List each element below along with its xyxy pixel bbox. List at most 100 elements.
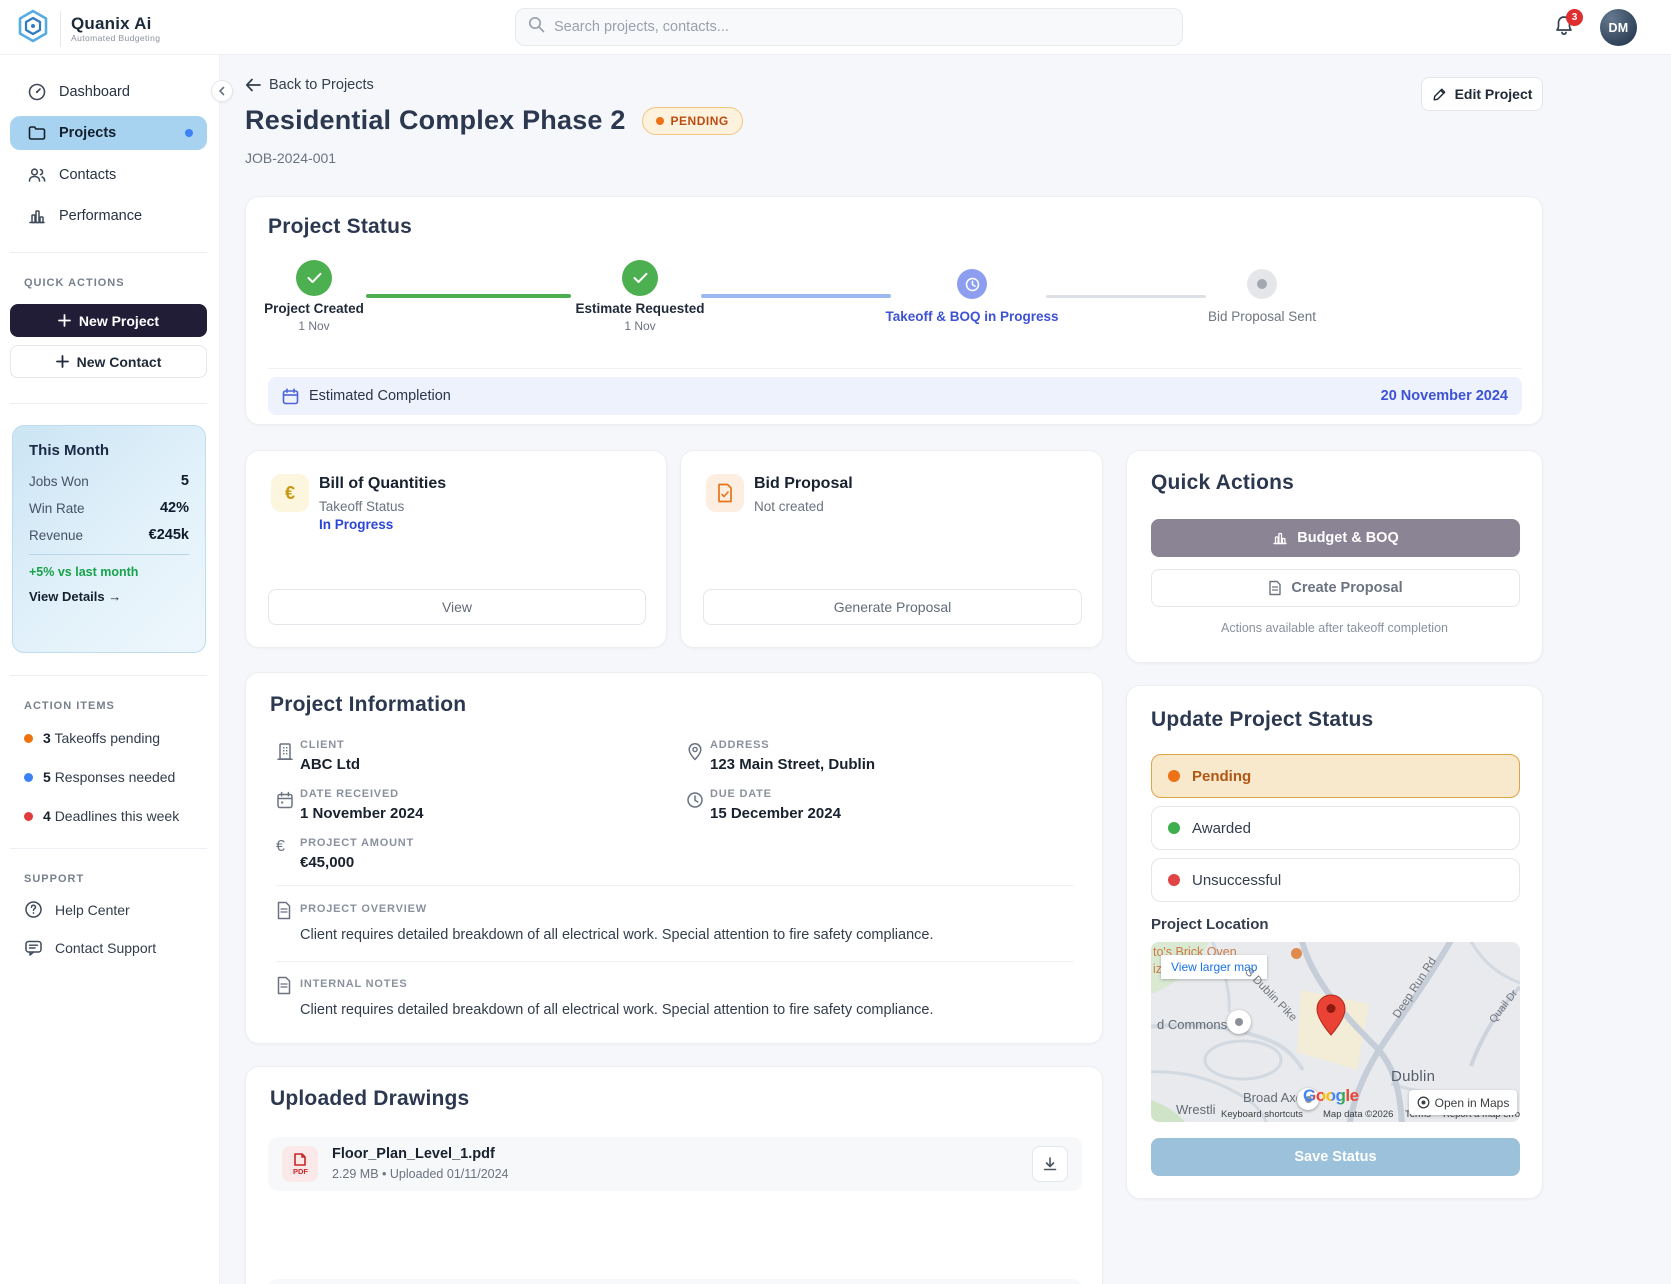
calendar-icon (276, 791, 294, 815)
action-item-deadlines[interactable]: 4 Deadlines this week (24, 808, 179, 824)
step-done-icon (296, 260, 332, 296)
step-label: Takeoff & BOQ in Progress (885, 309, 1058, 324)
divider (10, 848, 207, 849)
stat-row: Win Rate 42% (29, 500, 189, 516)
euro-icon: € (271, 474, 309, 512)
main-content: Back to Projects Edit Project Residentia… (220, 55, 1671, 1284)
status-dot (656, 117, 664, 125)
estimated-completion-date: 20 November 2024 (1381, 388, 1508, 404)
search-icon (528, 16, 545, 38)
boq-status: In Progress (319, 517, 393, 532)
contact-support-link[interactable]: Contact Support (24, 938, 156, 957)
bar-chart-icon (27, 206, 47, 226)
field-value: €45,000 (300, 854, 354, 871)
field-label: DUE DATE (710, 788, 772, 800)
map-pin-marker (1316, 994, 1346, 1036)
status-dot (24, 734, 33, 743)
sidebar-item-dashboard[interactable]: Dashboard (10, 75, 207, 109)
building-icon (276, 742, 294, 767)
field-label: CLIENT (300, 739, 345, 751)
project-location-label: Project Location (1151, 916, 1269, 933)
back-to-projects-link[interactable]: Back to Projects (245, 77, 374, 93)
sidebar-item-projects[interactable]: Projects (10, 116, 207, 150)
view-details-link[interactable]: View Details → (29, 589, 189, 604)
status-option-pending[interactable]: Pending (1151, 754, 1520, 798)
top-bar: Quanix Ai Automated Budgeting 3 DM (0, 0, 1671, 55)
plus-icon (58, 314, 71, 327)
contacts-icon (27, 165, 47, 185)
check-icon (307, 272, 322, 284)
estimated-completion-bar: Estimated Completion 20 November 2024 (268, 377, 1522, 415)
open-in-maps-button[interactable]: Open in Maps (1409, 1090, 1517, 1115)
status-dot (1168, 822, 1180, 834)
support-heading: SUPPORT (24, 873, 84, 885)
notes-label: INTERNAL NOTES (300, 978, 408, 990)
field-label: PROJECT AMOUNT (300, 837, 414, 849)
step-connector-pending (1046, 295, 1206, 298)
quick-actions-card: Quick Actions Budget & BOQ Create Propos… (1126, 450, 1543, 663)
svg-text:PDF: PDF (293, 1167, 308, 1176)
status-option-awarded[interactable]: Awarded (1151, 806, 1520, 850)
folder-icon (27, 123, 47, 143)
step-done-icon (622, 260, 658, 296)
step-date: 1 Nov (298, 319, 329, 333)
generate-proposal-button[interactable]: Generate Proposal (703, 589, 1082, 625)
file-row: PDF Floor_Plan_Level_1.pdf 2.29 MB • Upl… (268, 1137, 1082, 1191)
field-value: 15 December 2024 (710, 805, 841, 822)
edit-project-button[interactable]: Edit Project (1421, 77, 1543, 111)
divider (10, 403, 207, 404)
action-items-heading: ACTION ITEMS (24, 700, 115, 712)
step-connector-current (701, 294, 891, 298)
field-value: 1 November 2024 (300, 805, 423, 822)
save-status-button[interactable]: Save Status (1151, 1138, 1520, 1176)
budget-boq-button[interactable]: Budget & BOQ (1151, 519, 1520, 557)
view-boq-button[interactable]: View (268, 589, 646, 625)
new-project-button[interactable]: New Project (10, 304, 207, 337)
status-dot (24, 812, 33, 821)
download-icon (1042, 1156, 1058, 1172)
search-input[interactable] (554, 19, 1170, 35)
step-connector-done (366, 294, 571, 298)
download-button[interactable] (1032, 1146, 1068, 1182)
action-item-takeoffs[interactable]: 3 Takeoffs pending (24, 730, 160, 746)
user-avatar[interactable]: DM (1600, 9, 1637, 46)
status-option-unsuccessful[interactable]: Unsuccessful (1151, 858, 1520, 902)
field-value: 123 Main Street, Dublin (710, 756, 875, 773)
chevron-left-icon (217, 86, 227, 96)
action-item-responses[interactable]: 5 Responses needed (24, 769, 175, 785)
sidebar-item-label: Dashboard (59, 84, 130, 100)
sidebar-item-label: Contacts (59, 167, 116, 183)
sidebar-item-performance[interactable]: Performance (10, 199, 207, 233)
app-logo[interactable]: Quanix Ai Automated Budgeting (16, 9, 160, 48)
file-row-partial (268, 1279, 1082, 1284)
sidebar-item-contacts[interactable]: Contacts (10, 158, 207, 192)
google-map-embed[interactable]: to's Brick Oven iz View larger map S Dub… (1151, 942, 1520, 1122)
pdf-icon: PDF (282, 1146, 318, 1182)
trend-text: +5% vs last month (29, 565, 189, 579)
file-meta: 2.29 MB • Uploaded 01/11/2024 (332, 1167, 509, 1181)
project-info-card: Project Information CLIENT ABC Ltd ADDRE… (245, 672, 1103, 1044)
project-status-card: Project Status Project Created 1 Nov Est… (245, 196, 1543, 425)
clock-icon (965, 277, 980, 292)
notifications-button[interactable]: 3 (1552, 14, 1582, 44)
step-label: Bid Proposal Sent (1208, 309, 1316, 324)
plus-icon (56, 355, 69, 368)
clock-icon (686, 791, 704, 814)
status-dot (1168, 770, 1180, 782)
dashboard-icon (27, 82, 47, 102)
step-label: Project Created (264, 301, 364, 316)
bid-proposal-card: Bid Proposal Not created Generate Propos… (680, 450, 1103, 648)
uploaded-drawings-title: Uploaded Drawings (270, 1087, 469, 1111)
boq-title: Bill of Quantities (319, 475, 446, 493)
sidebar-collapse-button[interactable] (211, 80, 233, 102)
create-proposal-button[interactable]: Create Proposal (1151, 569, 1520, 607)
help-center-link[interactable]: Help Center (24, 900, 130, 919)
target-icon (1417, 1096, 1430, 1109)
this-month-card: This Month Jobs Won 5 Win Rate 42% Reven… (12, 425, 206, 653)
step-pending-icon (1247, 269, 1277, 299)
global-search (515, 8, 1183, 46)
map-keyboard-shortcuts[interactable]: Keyboard shortcuts (1221, 1109, 1303, 1120)
overview-text: Client requires detailed breakdown of al… (300, 927, 1060, 943)
new-contact-button[interactable]: New Contact (10, 345, 207, 378)
chat-icon (24, 938, 43, 957)
